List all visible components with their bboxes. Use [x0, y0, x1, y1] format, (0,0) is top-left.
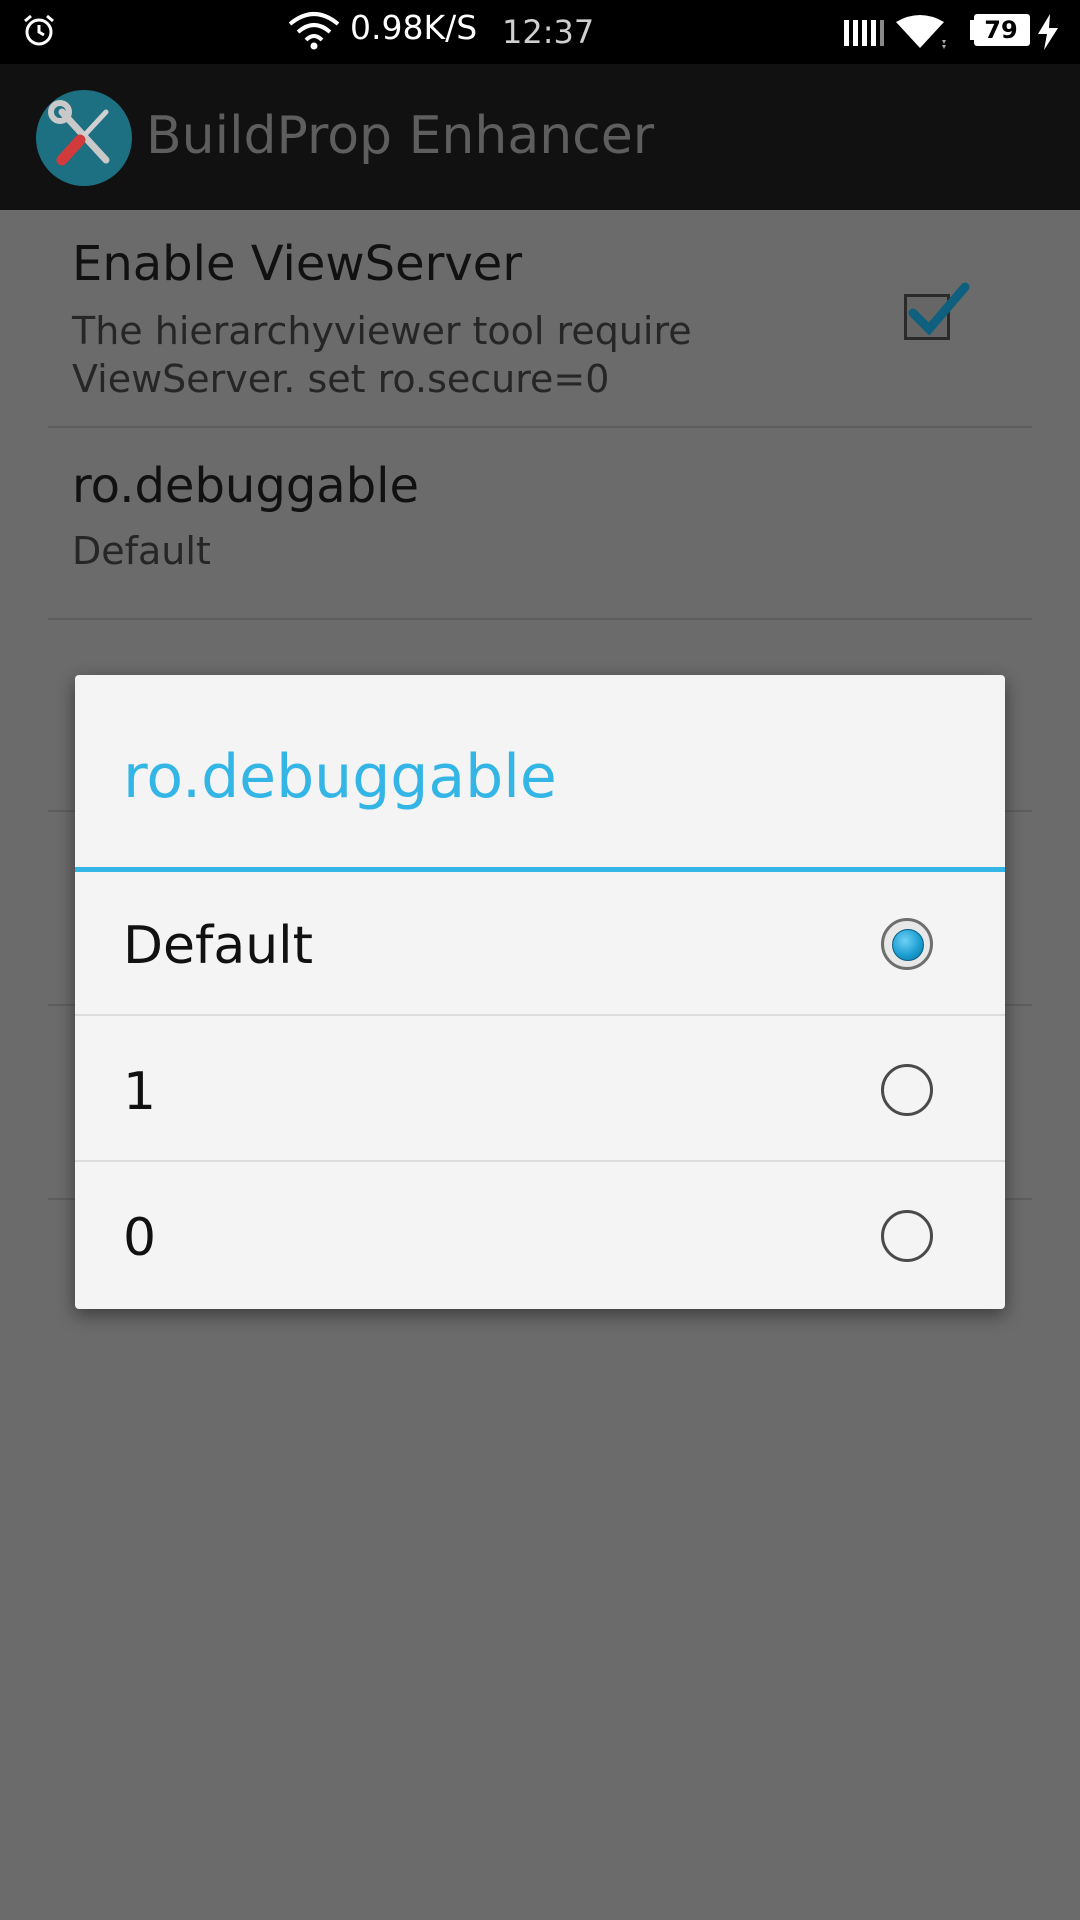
radio-button[interactable] [881, 1210, 933, 1262]
app-title: BuildProp Enhancer [146, 106, 655, 166]
option-label: 1 [123, 1062, 157, 1122]
option-1[interactable]: 1 [75, 1018, 1005, 1162]
pref-summary: The hierarchyviewer tool require [72, 309, 692, 353]
divider [75, 1014, 1005, 1016]
alarm-icon [24, 14, 54, 46]
radio-button-selected[interactable] [881, 918, 933, 970]
network-speed: 0.98K/S [350, 8, 478, 47]
viewserver-checkbox[interactable] [904, 282, 970, 340]
pref-title: ro.debuggable [72, 458, 420, 514]
battery-level: 79 [984, 16, 1018, 44]
wrench-screwdriver-icon[interactable] [36, 90, 132, 186]
clock: 12:37 [502, 13, 595, 51]
charging-icon [1038, 14, 1058, 50]
radio-dot [892, 929, 924, 961]
dialog-title: ro.debuggable [123, 742, 557, 812]
option-0[interactable]: 0 [75, 1164, 1005, 1308]
pref-title: Enable ViewServer [72, 236, 523, 292]
divider [75, 1160, 1005, 1162]
status-bar: 0.98K/S 12:37 79 [0, 0, 1080, 64]
pref-summary: Default [72, 529, 211, 573]
option-label: 0 [123, 1208, 157, 1268]
signal-icon [844, 20, 884, 46]
pref-ro-debuggable[interactable]: ro.debuggable Default [48, 426, 1032, 620]
checkmark-icon [908, 282, 970, 336]
single-choice-dialog: ro.debuggable Default 1 0 [75, 675, 1005, 1309]
pref-summary: ViewServer. set ro.secure=0 [72, 357, 610, 401]
wifi-icon [288, 12, 340, 50]
wifi-icon [896, 15, 946, 49]
option-default[interactable]: Default [75, 872, 1005, 1016]
radio-button[interactable] [881, 1064, 933, 1116]
option-label: Default [123, 916, 313, 976]
action-bar: BuildProp Enhancer [0, 64, 1080, 210]
pref-enable-viewserver[interactable]: Enable ViewServer The hierarchyviewer to… [48, 210, 1032, 428]
